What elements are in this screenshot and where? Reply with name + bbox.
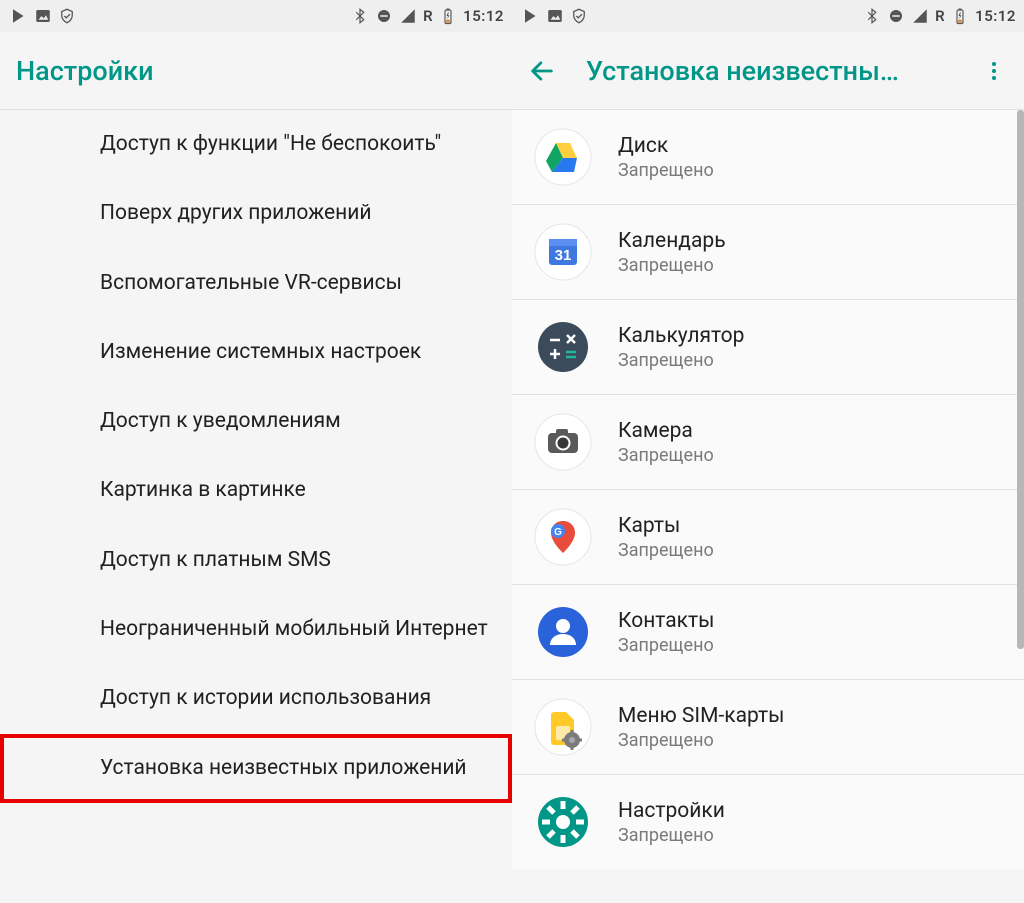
drive-icon — [534, 128, 592, 186]
app-list: Диск Запрещено 31 Календарь Запрещено Ка… — [512, 110, 1024, 903]
play-store-icon — [10, 7, 28, 25]
phone-left: R 15:12 Настройки Доступ к функции "Не б… — [0, 0, 512, 903]
status-bar: R 15:12 — [0, 0, 512, 32]
app-name: Камера — [618, 418, 714, 444]
clock: 15:12 — [975, 7, 1016, 25]
app-calculator[interactable]: Калькулятор Запрещено — [512, 300, 1024, 395]
svg-text:G: G — [554, 527, 562, 538]
app-status: Запрещено — [618, 160, 714, 181]
app-status: Запрещено — [618, 255, 726, 276]
app-status: Запрещено — [618, 825, 725, 846]
app-camera[interactable]: Камера Запрещено — [512, 395, 1024, 490]
setting-overlay[interactable]: Поверх других приложений — [0, 179, 512, 248]
setting-notification-access[interactable]: Доступ к уведомлениям — [0, 387, 512, 456]
phone-right: R 15:12 Установка неизвестны… Диск Запре… — [512, 0, 1024, 903]
setting-label: Вспомогательные VR-сервисы — [100, 271, 402, 295]
setting-usage-access[interactable]: Доступ к истории использования — [0, 664, 512, 733]
status-bar: R 15:12 — [512, 0, 1024, 32]
setting-install-unknown[interactable]: Установка неизвестных приложений — [0, 734, 512, 803]
app-calendar[interactable]: 31 Календарь Запрещено — [512, 205, 1024, 300]
dnd-icon — [375, 7, 393, 25]
setting-label: Установка неизвестных приложений — [100, 756, 467, 780]
app-name: Контакты — [618, 608, 714, 634]
app-status: Запрещено — [618, 635, 714, 656]
app-name: Карты — [618, 513, 714, 539]
app-maps[interactable]: G Карты Запрещено — [512, 490, 1024, 585]
setting-label: Неограниченный мобильный Интернет — [100, 617, 488, 641]
setting-premium-sms[interactable]: Доступ к платным SMS — [0, 526, 512, 595]
roaming-indicator: R — [423, 7, 433, 25]
camera-icon — [534, 413, 592, 471]
app-name: Настройки — [618, 798, 725, 824]
bluetooth-icon — [863, 7, 881, 25]
app-bar-unknown-sources: Установка неизвестны… — [512, 32, 1024, 110]
app-status: Запрещено — [618, 445, 714, 466]
app-drive[interactable]: Диск Запрещено — [512, 110, 1024, 205]
back-button[interactable] — [528, 57, 572, 85]
app-contacts[interactable]: Контакты Запрещено — [512, 585, 1024, 680]
app-status: Запрещено — [618, 350, 744, 371]
setting-label: Доступ к платным SMS — [100, 548, 331, 572]
setting-vr-services[interactable]: Вспомогательные VR-сервисы — [0, 249, 512, 318]
battery-icon — [439, 7, 457, 25]
settings-list: Доступ к функции "Не беспокоить" Поверх … — [0, 110, 512, 903]
app-name: Меню SIM-карты — [618, 703, 784, 729]
app-name: Калькулятор — [618, 323, 744, 349]
clock: 15:12 — [463, 7, 504, 25]
shield-icon — [570, 7, 588, 25]
svg-text:31: 31 — [555, 247, 572, 264]
setting-label: Изменение системных настроек — [100, 340, 421, 364]
setting-dnd-access[interactable]: Доступ к функции "Не беспокоить" — [0, 110, 512, 179]
setting-label: Картинка в картинке — [100, 478, 306, 502]
play-store-icon — [522, 7, 540, 25]
bluetooth-icon — [351, 7, 369, 25]
app-sim-menu[interactable]: Меню SIM-карты Запрещено — [512, 680, 1024, 775]
cell-signal-icon — [911, 7, 929, 25]
roaming-indicator: R — [935, 7, 945, 25]
sim-icon — [534, 698, 592, 756]
image-icon — [34, 7, 52, 25]
setting-label: Доступ к уведомлениям — [100, 409, 341, 433]
app-name: Диск — [618, 133, 714, 159]
setting-modify-system[interactable]: Изменение системных настроек — [0, 318, 512, 387]
app-settings[interactable]: Настройки Запрещено — [512, 775, 1024, 869]
page-title: Настройки — [16, 55, 496, 87]
page-title: Установка неизвестны… — [586, 55, 968, 87]
calculator-icon — [534, 318, 592, 376]
setting-pip[interactable]: Картинка в картинке — [0, 456, 512, 525]
contacts-icon — [534, 603, 592, 661]
app-status: Запрещено — [618, 730, 784, 751]
maps-icon: G — [534, 508, 592, 566]
setting-label: Доступ к истории использования — [100, 686, 431, 710]
calendar-icon: 31 — [534, 223, 592, 281]
setting-label: Доступ к функции "Не беспокоить" — [100, 132, 441, 156]
cell-signal-icon — [399, 7, 417, 25]
shield-icon — [58, 7, 76, 25]
scrollbar[interactable] — [1017, 110, 1024, 649]
more-button[interactable] — [980, 59, 1008, 83]
setting-unrestricted-data[interactable]: Неограниченный мобильный Интернет — [0, 595, 512, 664]
app-status: Запрещено — [618, 540, 714, 561]
battery-icon — [951, 7, 969, 25]
dnd-icon — [887, 7, 905, 25]
app-name: Календарь — [618, 228, 726, 254]
setting-label: Поверх других приложений — [100, 201, 372, 225]
app-bar-settings: Настройки — [0, 32, 512, 110]
image-icon — [546, 7, 564, 25]
settings-icon — [534, 793, 592, 851]
